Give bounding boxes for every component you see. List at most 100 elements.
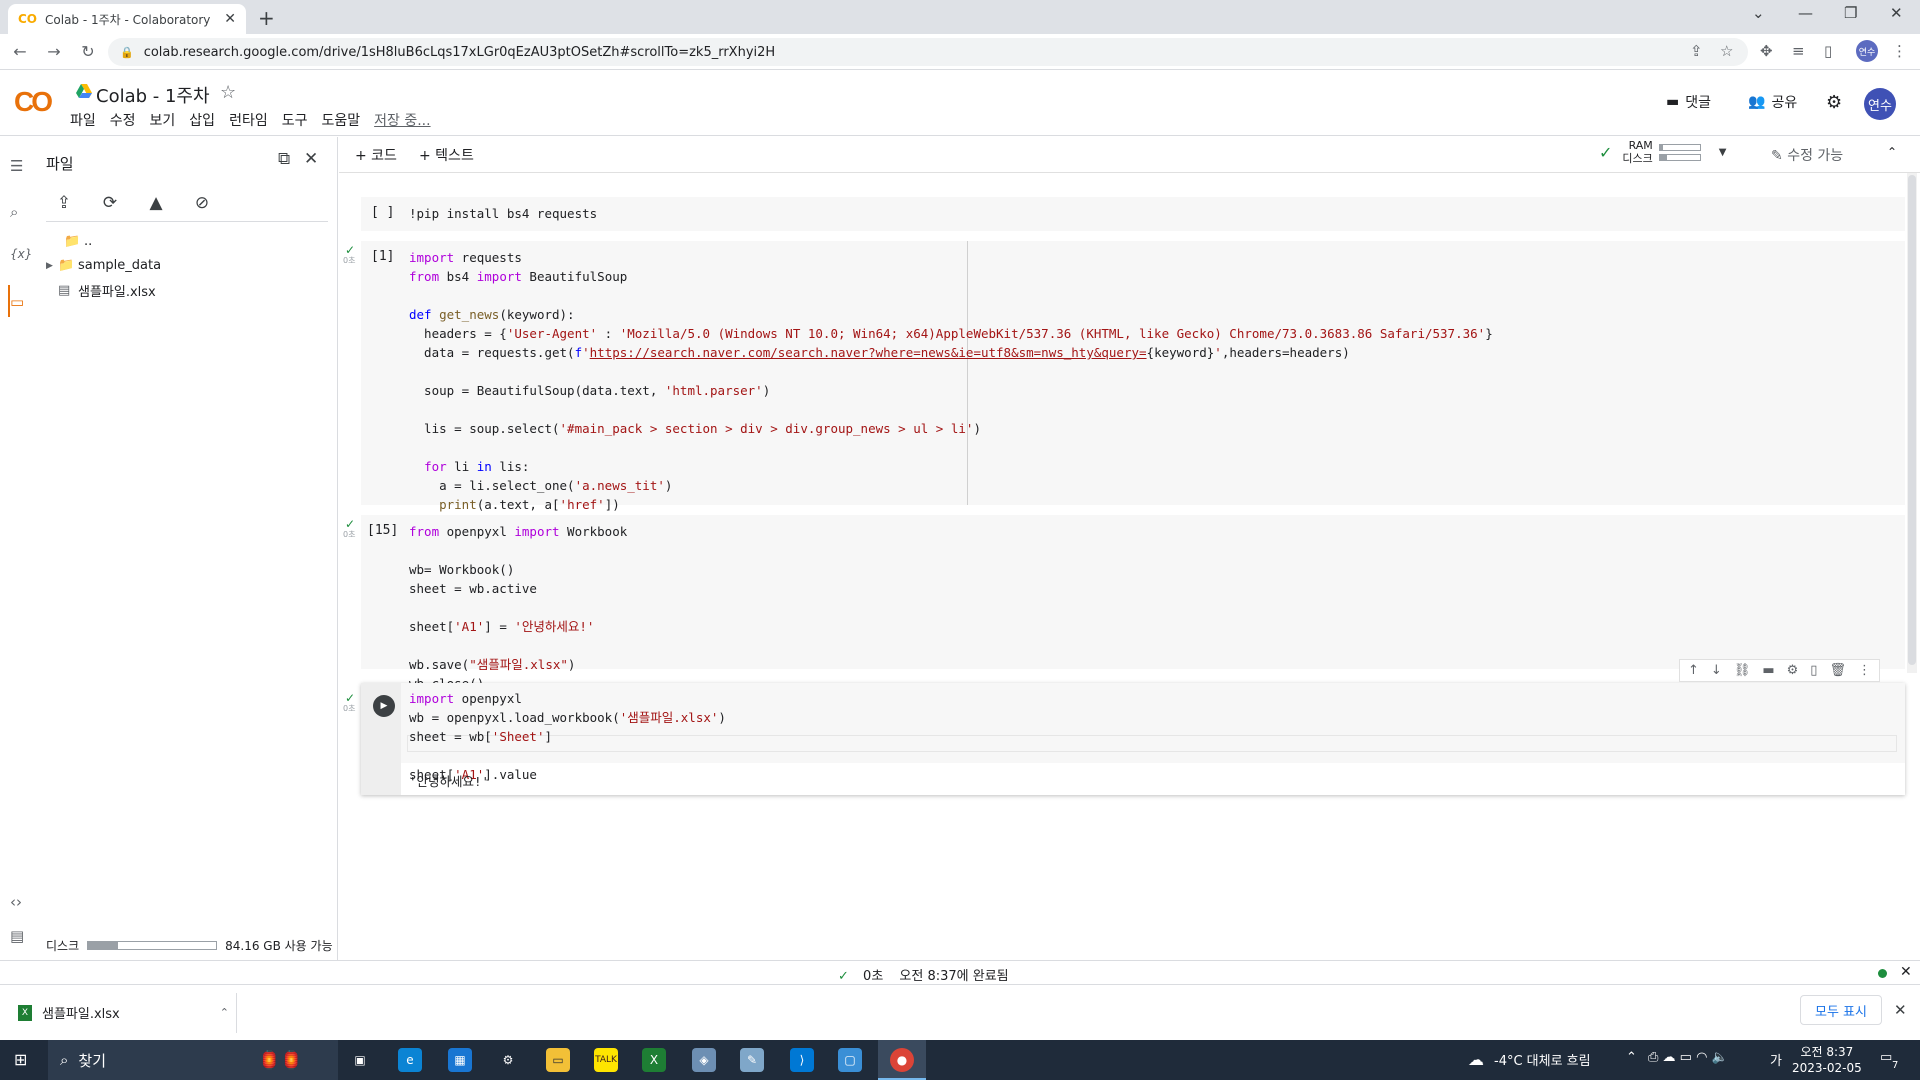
cell-source[interactable]: from openpyxl import Workbook wb= Workbo… <box>409 522 627 693</box>
tree-item-sample-data[interactable]: ▶ 📁 sample_data <box>46 258 161 273</box>
delete-icon[interactable]: 🗑 <box>1829 663 1846 678</box>
menu-tools[interactable]: 도구 <box>282 110 308 130</box>
settings-gear-icon[interactable]: ⚙ <box>1826 92 1842 113</box>
store-icon[interactable]: ▦ <box>448 1048 472 1072</box>
scrollbar-thumb[interactable] <box>1908 175 1916 665</box>
comment-icon[interactable]: ▬ <box>1762 663 1774 678</box>
move-down-icon[interactable]: ↓ <box>1711 663 1722 678</box>
close-tab-icon[interactable]: ✕ <box>224 11 236 27</box>
restore-button[interactable]: ❐ <box>1844 4 1857 22</box>
cell-source[interactable]: !pip install bs4 requests <box>409 204 597 223</box>
command-palette-icon[interactable]: ▤ <box>10 927 24 945</box>
add-text-button[interactable]: + 텍스트 <box>419 145 474 165</box>
search-icon[interactable]: ⌕ <box>10 203 18 221</box>
ime-indicator[interactable]: 가 <box>1770 1050 1782 1069</box>
file-explorer-icon[interactable]: ▭ <box>546 1048 570 1072</box>
table-of-contents-icon[interactable]: ☰ <box>10 157 23 175</box>
edge-icon[interactable]: e <box>398 1048 422 1072</box>
open-in-tab-icon[interactable]: ⧉ <box>278 149 290 169</box>
close-panel-icon[interactable]: ✕ <box>304 149 318 169</box>
mirror-cell-icon[interactable]: ▯ <box>1810 663 1817 678</box>
star-icon[interactable]: ☆ <box>220 82 236 103</box>
app-icon[interactable]: ◈ <box>692 1048 716 1072</box>
extensions-icon[interactable]: ✥ <box>1760 42 1773 60</box>
capture-icon[interactable]: ▢ <box>838 1048 862 1072</box>
menu-file[interactable]: 파일 <box>70 110 96 130</box>
refresh-folder-icon[interactable]: ⟳ <box>98 193 122 213</box>
side-panel-icon[interactable]: ▯ <box>1824 42 1832 60</box>
menu-help[interactable]: 도움말 <box>321 110 360 130</box>
collapse-header-icon[interactable]: ⌃ <box>1887 145 1897 159</box>
close-status-icon[interactable]: ✕ <box>1900 964 1912 980</box>
menu-view[interactable]: 보기 <box>150 110 176 130</box>
excel-icon[interactable]: X <box>642 1048 666 1072</box>
add-code-button[interactable]: + 코드 <box>355 145 397 165</box>
saving-status[interactable]: 저장 중... <box>374 110 430 130</box>
profile-avatar[interactable]: 연수 <box>1856 40 1878 62</box>
menu-edit[interactable]: 수정 <box>110 110 136 130</box>
resource-monitor[interactable]: ✓ RAM 디스크 ▼ <box>1599 139 1726 165</box>
address-bar[interactable]: 🔒 colab.research.google.com/drive/1sH8lu… <box>108 38 1748 66</box>
runtime-dropdown-icon[interactable]: ▼ <box>1719 147 1727 158</box>
comment-button[interactable]: ▬ 댓글 <box>1666 92 1711 112</box>
variables-icon[interactable]: {x} <box>10 247 32 261</box>
minimize-button[interactable]: — <box>1798 4 1813 22</box>
share-button[interactable]: 👥 공유 <box>1748 92 1797 112</box>
more-options-icon[interactable]: ⋮ <box>1858 663 1871 678</box>
hide-files-icon[interactable]: ⊘ <box>190 193 214 213</box>
code-snippets-icon[interactable]: ‹› <box>10 893 22 911</box>
forward-icon[interactable]: → <box>40 42 68 61</box>
user-avatar[interactable]: 연수 <box>1864 88 1896 120</box>
chrome-taskbar-item[interactable]: ● <box>878 1040 926 1080</box>
tab-search-icon[interactable]: ⌄ <box>1752 4 1765 22</box>
tray-expand-icon[interactable]: ⌃ <box>1626 1050 1637 1065</box>
mount-drive-icon[interactable]: ▲ <box>144 193 168 213</box>
close-window-button[interactable]: ✕ <box>1890 4 1903 22</box>
windows-start-icon[interactable]: ⊞ <box>14 1050 27 1069</box>
code-cell[interactable]: [ ] !pip install bs4 requests <box>361 197 1905 231</box>
show-all-button[interactable]: 모두 표시 <box>1800 995 1882 1025</box>
code-cell[interactable]: ✓ 0초 [15] from openpyxl import Workbook … <box>343 515 1905 691</box>
move-up-icon[interactable]: ↑ <box>1688 663 1699 678</box>
tray-icons[interactable]: ⎙ ☁ ▭ ◠ 🔈 <box>1648 1050 1728 1065</box>
tree-item-xlsx[interactable]: ▤ 샘플파일.xlsx <box>58 281 156 300</box>
cell-source[interactable]: import requests from bs4 import Beautifu… <box>409 248 1493 514</box>
media-icon[interactable]: ≡ <box>1792 42 1805 60</box>
menu-insert[interactable]: 삽입 <box>189 110 215 130</box>
notification-icon[interactable]: ▭ <box>1880 1050 1892 1065</box>
weather-text[interactable]: -4°C 대체로 흐림 <box>1494 1050 1591 1069</box>
vscode-icon[interactable]: ⟩ <box>790 1048 814 1072</box>
new-tab-button[interactable]: + <box>258 6 275 30</box>
code-cell-active[interactable]: ✓ 0초 ▶ import openpyxl wb = openpyxl.loa… <box>343 683 1905 795</box>
expand-arrow-icon[interactable]: ▶ <box>46 261 58 271</box>
code-cell[interactable]: ✓ 0초 [1] import requests from bs4 import… <box>343 241 1905 512</box>
link-icon[interactable]: ⛓ <box>1734 663 1751 678</box>
settings-icon[interactable]: ⚙ <box>496 1048 520 1072</box>
bookmark-star-icon[interactable]: ☆ <box>1720 42 1733 60</box>
google-drive-icon[interactable] <box>76 84 92 98</box>
cell-source[interactable]: import openpyxl wb = openpyxl.load_workb… <box>409 689 726 784</box>
parent-directory[interactable]: 📁 .. <box>52 234 92 249</box>
settings-gear-icon[interactable]: ⚙ <box>1787 663 1799 678</box>
edit-mode-button[interactable]: ✎ 수정 가능 <box>1771 145 1843 165</box>
browser-menu-icon[interactable]: ⋮ <box>1892 42 1907 60</box>
share-page-icon[interactable]: ⇪ <box>1690 42 1703 60</box>
scrollbar[interactable] <box>1907 173 1917 673</box>
back-icon[interactable]: ← <box>6 42 34 61</box>
browser-tab[interactable]: CO Colab - 1주차 - Colaboratory ✕ <box>8 4 246 34</box>
colab-logo[interactable]: CO <box>14 86 53 118</box>
execution-status[interactable]: ✓ 0초 오전 8:37에 완료됨 <box>838 965 1009 984</box>
kakaotalk-icon[interactable]: TALK <box>594 1048 618 1072</box>
upload-file-icon[interactable]: ⇪ <box>52 193 76 213</box>
reload-icon[interactable]: ↻ <box>74 42 102 61</box>
close-shelf-icon[interactable]: ✕ <box>1894 1001 1907 1019</box>
menu-runtime[interactable]: 런타임 <box>229 110 268 130</box>
chevron-up-icon[interactable]: ⌃ <box>220 1006 229 1019</box>
run-cell-button[interactable]: ▶ <box>373 695 395 717</box>
task-view-icon[interactable]: ▣ <box>348 1048 372 1072</box>
download-item[interactable]: X 샘플파일.xlsx ⌃ <box>18 1003 229 1022</box>
taskbar-clock[interactable]: 오전 8:37 2023-02-05 <box>1792 1044 1862 1076</box>
taskbar-search[interactable]: ⌕ 찾기 🏮🏮 <box>48 1040 338 1080</box>
notebook-title[interactable]: Colab - 1주차 <box>96 82 210 108</box>
notepad-icon[interactable]: ✎ <box>740 1048 764 1072</box>
